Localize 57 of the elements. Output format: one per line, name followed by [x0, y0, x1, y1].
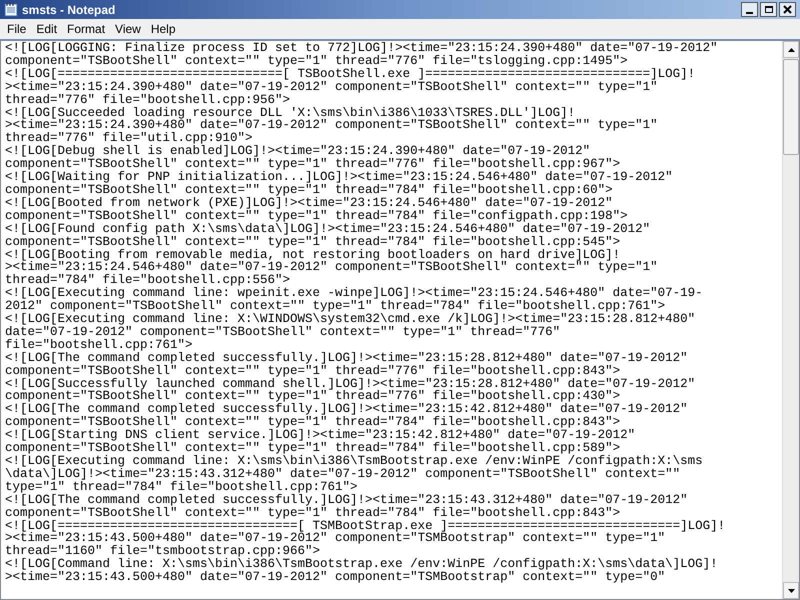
text-line: <![LOG[Found config path X:\sms\data\]LOG]!><time="23:15:24.546+480" date="07-19-2012" — [5, 222, 650, 236]
text-line: component="TSBootShell" context="" type="1" thread="784" file="bootshell.cpp:545"> — [5, 236, 620, 248]
text-line: component="TSBootShell" context="" type="1" thread="776" file="tslogging.cpp:1495"> — [5, 54, 628, 68]
text-line: thread="776" file="util.cpp:910"> — [5, 132, 253, 146]
text-line: <![LOG[Debug shell is enabled]LOG]!><time="23:15:24.390+480" date="07-19-2012" — [5, 145, 590, 158]
text-line: component="TSBootShell" context="" type="1" thread="776" file="bootshell.cpp:430"> — [5, 390, 620, 404]
text-line: component="TSBootShell" context="" type="1" thread="784" file="bootshell.cpp:843"> — [5, 506, 620, 520]
text-line: type="1" thread="784" file="bootshell.cpp:761"> — [5, 480, 358, 494]
text-line: thread="1160" file="tsmbootstrap.cpp:966"> — [5, 545, 320, 558]
text-line: component="TSBootShell" context="" type="1" thread="784" file="bootshell.cpp:589"> — [5, 442, 620, 455]
notepad-icon — [4, 2, 18, 17]
text-line: <![LOG[Executing command line: X:\WINDOWS\system32\cmd.exe /k]LOG]!><time="23:15:28.812+480" — [5, 313, 696, 326]
text-line: component="TSBootShell" context="" type="1" thread="784" file="configpath.cpp:198"> — [5, 210, 628, 223]
text-line: component="TSBootShell" context="" type="1" thread="776" file="bootshell.cpp:967"> — [5, 158, 620, 172]
text-line: component="TSBootShell" context="" type="1" thread="776" file="bootshell.cpp:843"> — [5, 364, 620, 378]
text-line: file="bootshell.cpp:761"> — [5, 338, 193, 352]
text-line: ><time="23:15:24.546+480" date="07-19-2012" component="TSBootShell" context="" type="1" — [5, 261, 658, 274]
scrollbar[interactable] — [782, 41, 799, 599]
text-line: thread="776" file="bootshell.cpp:956"> — [5, 94, 290, 107]
minimize-button[interactable] — [741, 2, 758, 17]
text-line: component="TSBootShell" context="" type="1" thread="784" file="bootshell.cpp:60"> — [5, 184, 613, 197]
text-line: \data\]LOG]!><time="23:15:43.312+480" date="07-19-2012" component="TSBootShell" context="" — [5, 468, 680, 481]
text-line: thread="784" file="bootshell.cpp:556"> — [5, 274, 290, 288]
menu-item[interactable]: Edit — [31, 20, 62, 38]
text-line: 2012" component="TSBootShell" context="" type="1" thread="784" file="bootshell.cpp:761"> — [5, 300, 666, 314]
text-line: <![LOG[Executing command line: X:\sms\bin\i386\TsmBootstrap.exe /env:WinPE /configpath:X:\sms — [5, 455, 703, 468]
menu-item[interactable]: Format — [62, 20, 110, 38]
text-line: date="07-19-2012" component="TSBootShell" context="" type="1" thread="776" — [5, 326, 560, 339]
scroll-thumb[interactable] — [783, 59, 799, 155]
window-title: smsts - Notepad — [22, 2, 116, 18]
text-line: component="TSBootShell" context="" type="1" thread="784" file="bootshell.cpp:843"> — [5, 416, 620, 430]
text-line: <![LOG[Command line: X:\sms\bin\i386\TsmBootstrap.exe /env:WinPE /configpath:X:\sms\data\]LOG]! — [5, 558, 718, 572]
text-line: ><time="23:15:24.390+480" date="07-19-2012" component="TSBootShell" context="" type="1" — [5, 80, 658, 94]
menu-item[interactable]: File — [2, 20, 32, 38]
text-line: <![LOG[Successfully launched command shell.]LOG]!><time="23:15:28.812+480" date="07-19-2012" — [5, 378, 696, 390]
text-line: <![LOG[Executing command line: wpeinit.exe -winpe]LOG]!><time="23:15:24.546+480" date="07-19- — [5, 287, 703, 300]
text-line: <![LOG[Booted from network (PXE)]LOG]!><time="23:15:24.546+480" date="07-19-2012" — [5, 196, 613, 210]
text-line: ><time="23:15:24.390+480" date="07-19-2012" component="TSBootShell" context="" type="1" — [5, 119, 658, 132]
close-button[interactable] — [779, 2, 796, 17]
scroll-down-icon[interactable] — [788, 588, 794, 592]
text-line: <![LOG[LOGGING: Finalize process ID set to 772]LOG]!><time="23:15:24.390+480" date="07-19-2012" — [5, 42, 718, 55]
text-line: <![LOG[The command completed successfully.]LOG]!><time="23:15:28.812+480" date="07-19-2012" — [5, 352, 688, 365]
text-line: <![LOG[Succeeded loading resource DLL 'X:\sms\bin\i386\1033\TSRES.DLL']LOG]! — [5, 106, 576, 120]
menu-item[interactable]: Help — [146, 20, 181, 38]
text-line: <![LOG[The command completed successfully.]LOG]!><time="23:15:43.312+480" date="07-19-2012" — [5, 494, 688, 507]
maximize-button[interactable] — [760, 2, 777, 17]
text-line: <![LOG[Waiting for PNP initialization...]LOG]!><time="23:15:24.546+480" date="07-19-2012" — [5, 171, 673, 184]
text-line: ><time="23:15:43.500+480" date="07-19-2012" component="TSMBootstrap" context="" type="0" — [5, 571, 666, 584]
text-line: ><time="23:15:43.500+480" date="07-19-2012" component="TSMBootstrap" context="" type="1" — [5, 532, 666, 546]
text-line: <![LOG[Starting DNS client service.]LOG]!><time="23:15:42.812+480" date="07-19-2012" — [5, 429, 636, 442]
text-line: <![LOG[The command completed successfully.]LOG]!><time="23:15:42.812+480" date="07-19-2012" — [5, 403, 688, 416]
scroll-up-icon[interactable] — [788, 48, 794, 52]
menu-item[interactable]: View — [110, 20, 146, 38]
text-line: <![LOG[================================[ TSMBootStrap.exe ]===============================]LOG]! — [5, 520, 726, 532]
text-line: <![LOG[Booting from removable media, not restoring bootloaders on hard drive]LOG]! — [5, 248, 620, 262]
close-icon — [783, 5, 792, 14]
text-line: <![LOG[==============================[ TSBootShell.exe ]==============================]LOG]! — [5, 68, 696, 81]
